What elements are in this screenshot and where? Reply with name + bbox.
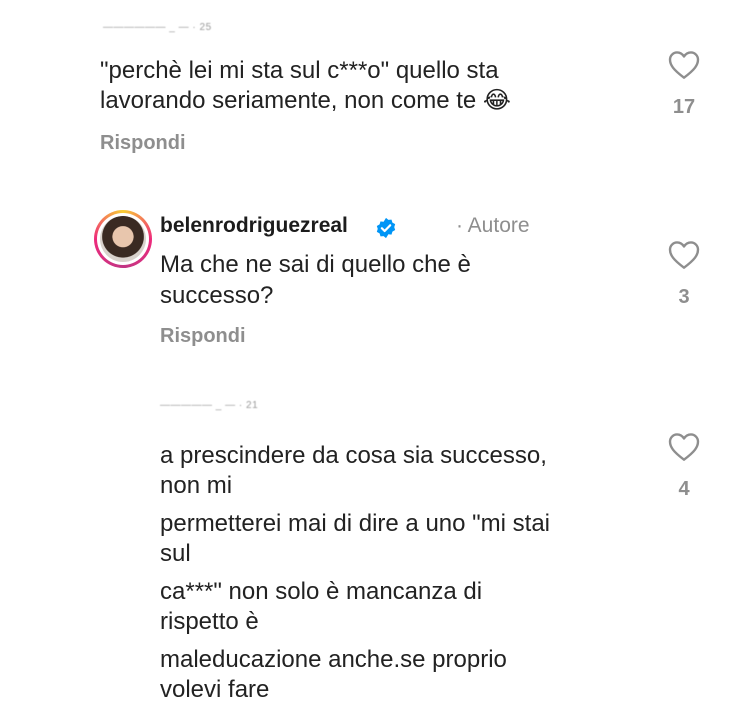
- comment-text-line: volevi fare: [160, 676, 270, 703]
- avatar-photo: [100, 216, 146, 262]
- heart-outline-icon: [668, 241, 700, 269]
- author-tag: · Autore: [456, 214, 530, 237]
- like-count: 3: [678, 286, 690, 308]
- heart-outline-icon: [668, 51, 700, 79]
- like-count: 17: [672, 96, 696, 118]
- reply-button[interactable]: Rispondi: [160, 325, 246, 348]
- comment-text-line: a prescindere da cosa sia successo,: [160, 442, 547, 469]
- heart-outline-icon: [668, 433, 700, 461]
- comment-username-blurred[interactable]: ————— _ — · 21: [160, 400, 295, 411]
- comment-username[interactable]: belenrodriguezreal: [160, 214, 348, 238]
- comment-text-line: rispetto è: [160, 608, 259, 635]
- comment-text-line: non mi: [160, 472, 233, 499]
- verified-badge-icon: [376, 217, 396, 239]
- comment-text-line: maleducazione anche.se proprio: [160, 646, 507, 673]
- like-button[interactable]: 3: [667, 240, 701, 309]
- like-button[interactable]: 17: [667, 50, 701, 119]
- comment-text-line: Ma che ne sai di quello che è: [160, 251, 471, 278]
- comment-username-blurred[interactable]: —————— _ — · 25: [103, 22, 263, 33]
- comment-text-line: sul: [160, 540, 191, 567]
- comment-text-line: "perchè lei mi sta sul c***o" quello sta: [100, 57, 499, 84]
- comment-text-line: successo?: [160, 282, 274, 309]
- comment-text-line: lavorando seriamente, non come te 😂: [100, 87, 511, 114]
- reply-button[interactable]: Rispondi: [100, 132, 186, 155]
- comment-text-line: permetterei mai di dire a uno "mi stai: [160, 510, 551, 537]
- comments-thread: —————— _ — · 25 "perchè lei mi sta sul c…: [0, 0, 739, 714]
- avatar[interactable]: [94, 210, 152, 268]
- comment-text-line: ca***" non solo è mancanza di: [160, 578, 483, 605]
- like-button[interactable]: 4: [667, 432, 701, 501]
- like-count: 4: [678, 478, 690, 500]
